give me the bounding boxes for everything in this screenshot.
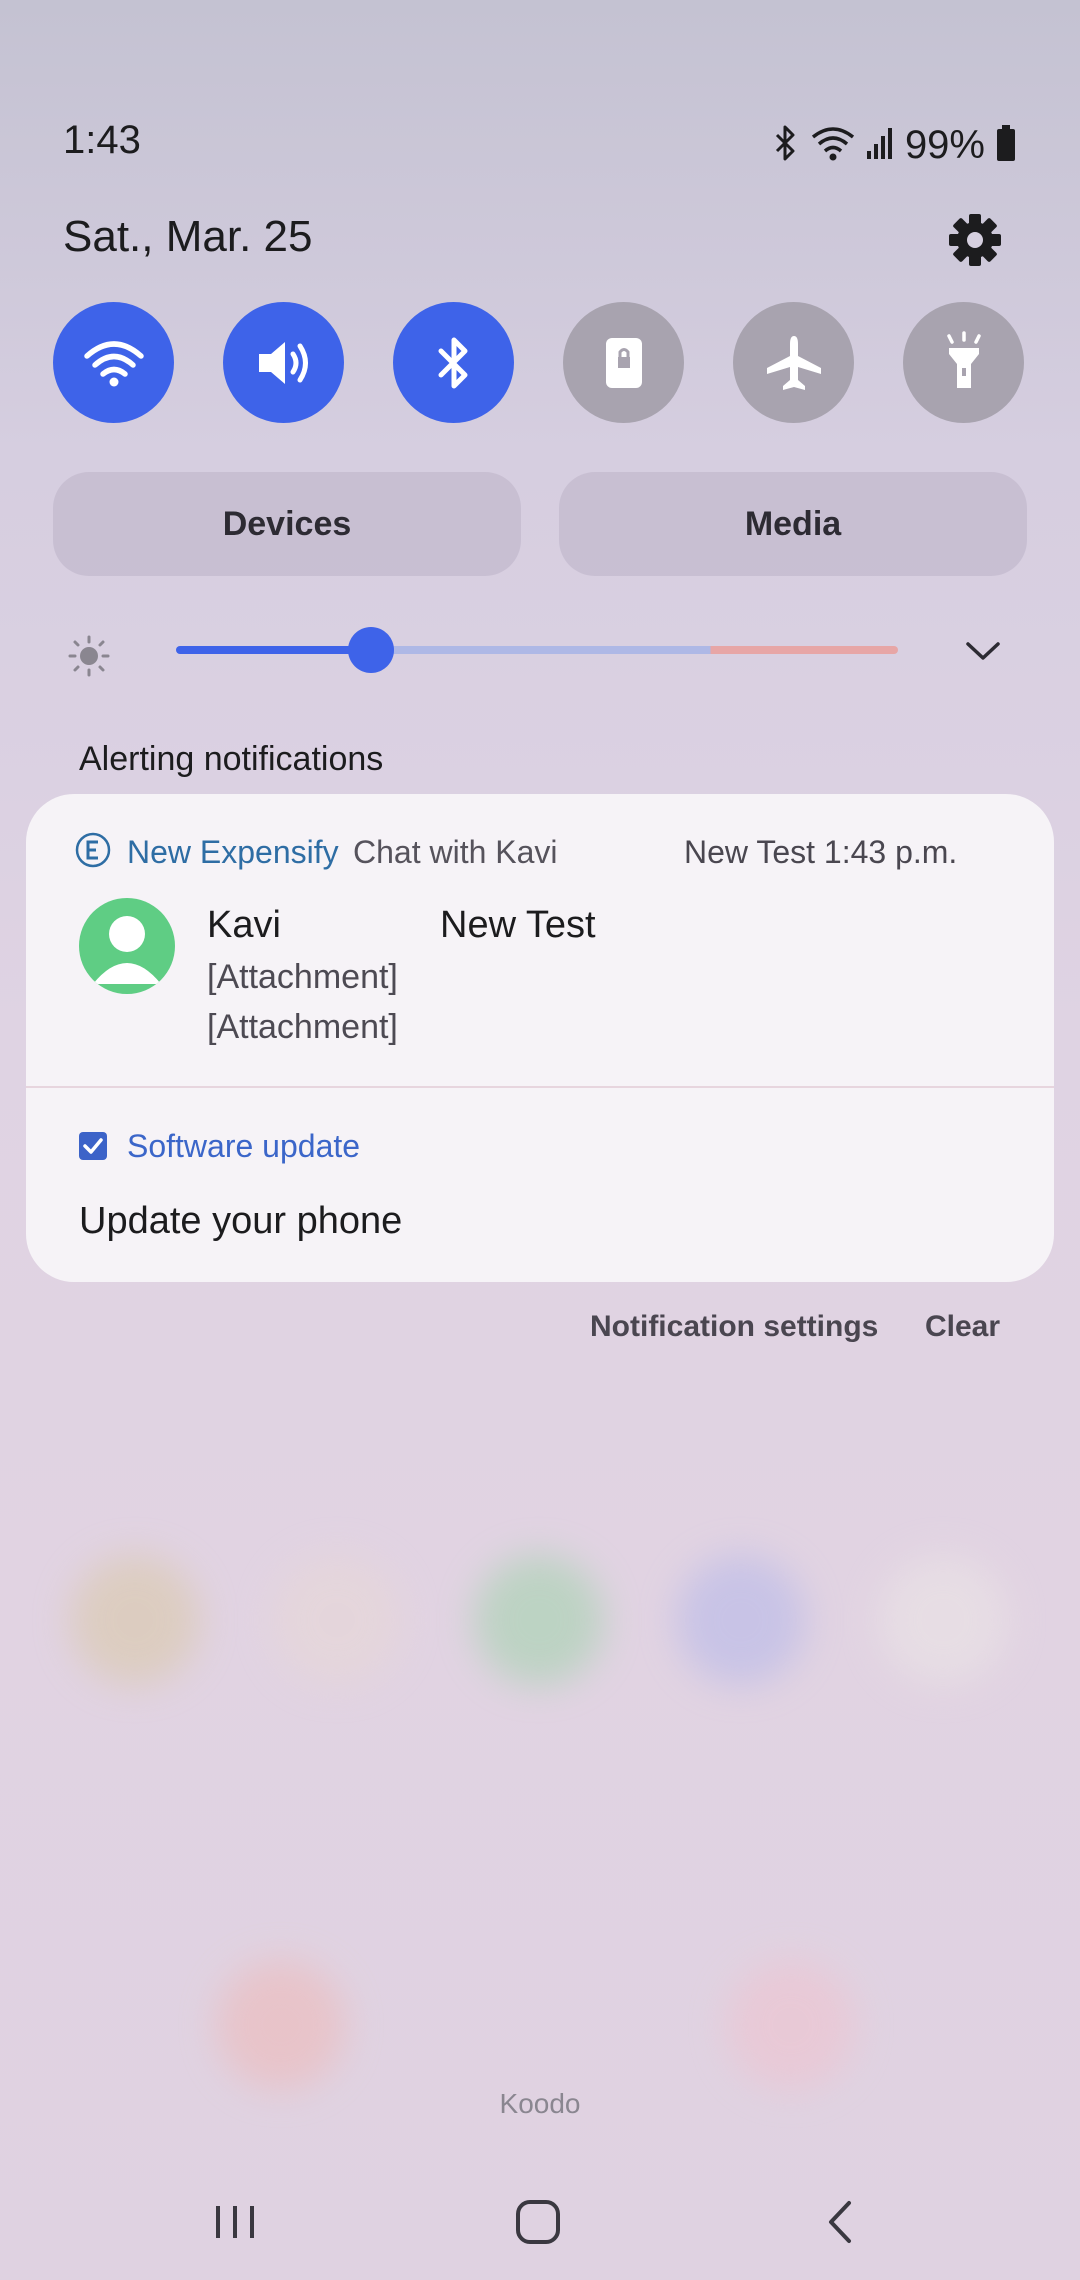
date-label: Sat., Mar. 25 xyxy=(63,212,313,261)
recent-apps-button[interactable] xyxy=(200,2192,270,2252)
blurred-app-icon xyxy=(70,1555,200,1685)
notification-time: New Test 1:43 p.m. xyxy=(684,834,958,870)
blurred-app-icon xyxy=(726,1960,856,2090)
blurred-app-icon xyxy=(676,1555,806,1685)
lock-icon xyxy=(605,337,642,388)
portrait-lock-toggle[interactable] xyxy=(563,302,684,423)
wifi-icon xyxy=(83,340,144,386)
battery-percentage: 99% xyxy=(904,122,985,167)
airplane-icon xyxy=(766,335,821,390)
devices-button[interactable]: Devices xyxy=(53,472,521,576)
airplane-mode-toggle[interactable] xyxy=(733,302,854,423)
bluetooth-toggle[interactable] xyxy=(393,302,514,423)
home-icon xyxy=(516,2200,560,2244)
notification-settings-button[interactable]: Notification settings xyxy=(590,1310,878,1344)
expensify-icon xyxy=(74,831,112,869)
software-update-body[interactable]: Update your phone xyxy=(79,1200,402,1243)
brightness-slider-thumb[interactable] xyxy=(347,627,394,673)
back-button[interactable] xyxy=(806,2192,876,2252)
carrier-label: Koodo xyxy=(499,2088,581,2119)
brightness-slider[interactable] xyxy=(176,646,898,654)
clear-button[interactable]: Clear xyxy=(925,1310,1000,1344)
brightness-icon xyxy=(67,634,111,678)
sound-toggle[interactable] xyxy=(223,302,344,423)
status-time: 1:43 xyxy=(63,118,141,162)
back-icon xyxy=(829,2201,851,2243)
notification-conversation[interactable]: New Test xyxy=(440,904,596,947)
blurred-app-icon xyxy=(474,1555,604,1685)
volume-icon xyxy=(258,341,308,384)
notification-message-line[interactable]: [Attachment] xyxy=(207,1008,398,1047)
blurred-app-icon xyxy=(272,1555,402,1685)
media-button[interactable]: Media xyxy=(559,472,1027,576)
home-button[interactable] xyxy=(503,2192,573,2252)
divider xyxy=(26,1086,1054,1088)
person-icon xyxy=(93,916,161,984)
bluetooth-icon xyxy=(438,337,467,388)
battery-icon xyxy=(995,123,1017,168)
recents-icon xyxy=(216,2206,254,2238)
wifi-icon xyxy=(811,123,855,168)
blurred-app-icon xyxy=(216,1960,346,2090)
bluetooth-icon xyxy=(771,123,801,168)
notification-app-name[interactable]: New Expensify xyxy=(127,834,339,871)
status-icons: 99% xyxy=(771,120,1017,170)
flashlight-toggle[interactable] xyxy=(903,302,1024,423)
chevron-down-icon[interactable] xyxy=(962,634,1004,668)
avatar xyxy=(79,898,175,994)
notification-subtitle: Chat with Kavi xyxy=(353,834,558,870)
gear-icon[interactable] xyxy=(948,213,1002,267)
software-update-title[interactable]: Software update xyxy=(127,1128,360,1165)
checkbox-icon xyxy=(79,1132,107,1160)
signal-icon xyxy=(865,125,895,166)
section-title: Alerting notifications xyxy=(79,740,384,778)
notification-message-line[interactable]: [Attachment] xyxy=(207,958,398,997)
notification-sender[interactable]: Kavi xyxy=(207,904,281,947)
blurred-app-icon xyxy=(878,1555,1008,1685)
flashlight-icon xyxy=(946,330,981,388)
wifi-toggle[interactable] xyxy=(53,302,174,423)
